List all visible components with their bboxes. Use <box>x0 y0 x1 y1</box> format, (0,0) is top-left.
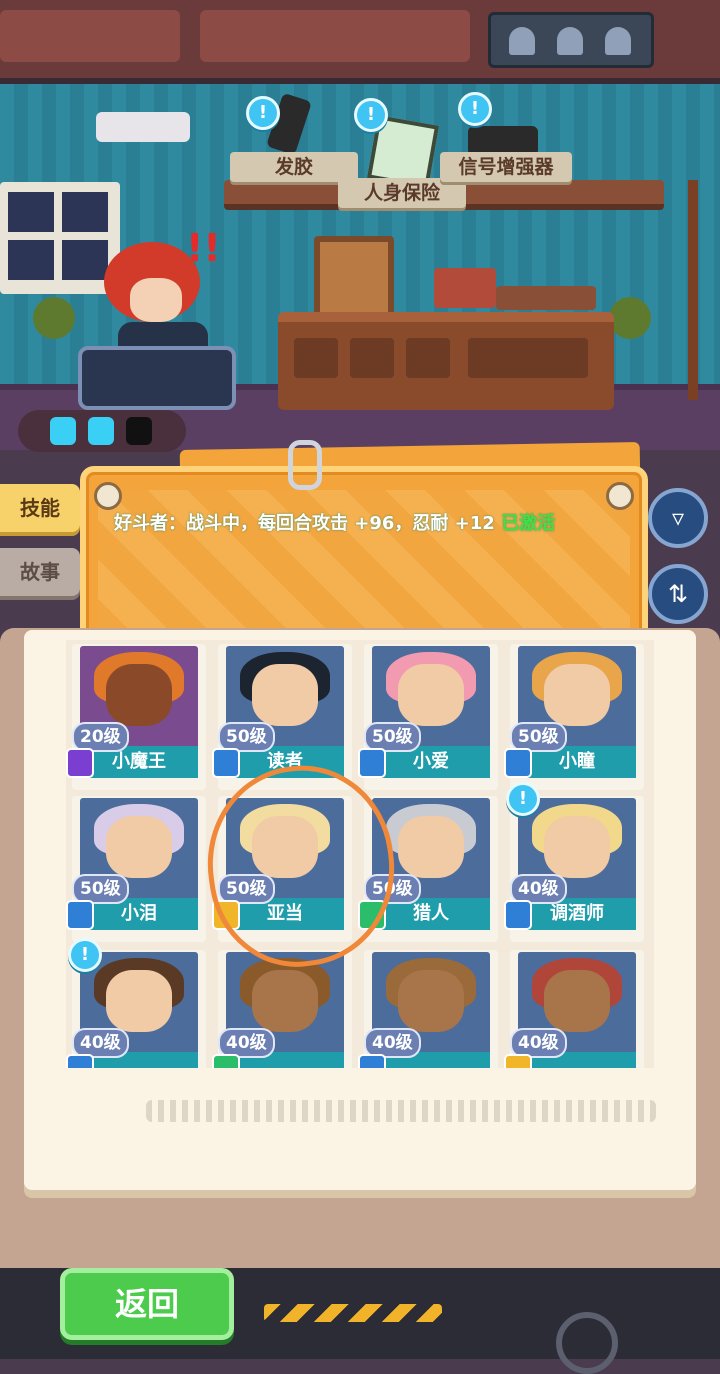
rank-badge-icon <box>66 1054 94 1068</box>
alert-bubble-icon[interactable]: ! <box>458 92 492 126</box>
character-card[interactable]: 小瞳 50级 <box>504 644 644 790</box>
hazard-stripe <box>264 1304 442 1322</box>
rank-badge-icon <box>66 900 94 930</box>
rank-badge-icon <box>358 1054 386 1068</box>
projector-icon <box>96 112 190 142</box>
rank-badge-icon <box>66 748 94 778</box>
skill-description: 好斗者：战斗中，每回合攻击 +96，忍耐 +12 已激活 <box>114 510 594 538</box>
vent <box>488 12 654 68</box>
computer <box>78 346 236 410</box>
ceiling <box>0 0 720 84</box>
alert-bubble-icon[interactable]: ! <box>354 98 388 132</box>
rank-badge-icon <box>358 748 386 778</box>
rank-badge-icon <box>212 1054 240 1068</box>
skill-status: 已激活 <box>501 513 556 534</box>
pin-icon <box>94 482 122 510</box>
character-card[interactable]: 40级 <box>358 950 498 1068</box>
coat-rack <box>688 180 698 400</box>
skill-text: 好斗者：战斗中，每回合攻击 +96，忍耐 +12 <box>114 513 495 534</box>
back-button[interactable]: 返回 <box>60 1268 234 1340</box>
energy-icon <box>88 417 114 445</box>
character-card[interactable]: 小泪 50级 <box>66 796 206 942</box>
filter-button[interactable]: ▿ <box>648 488 708 548</box>
rank-badge-icon <box>504 1054 532 1068</box>
tab-story[interactable]: 故事 <box>0 548 80 596</box>
rank-badge-icon <box>504 748 532 778</box>
character-card[interactable]: 小魔王 20级 <box>66 644 206 790</box>
shelf-label-hair-gel: 发胶 <box>230 152 358 182</box>
character-card[interactable]: 调酒师 40级 <box>504 796 644 942</box>
books <box>434 268 496 308</box>
energy-icon <box>50 417 76 445</box>
plant-left <box>24 290 84 360</box>
sort-button[interactable]: ⇅ <box>648 564 708 624</box>
exclamation-icon: !! <box>186 226 221 270</box>
filter-icon: ▿ <box>671 504 685 532</box>
paper-clip-icon <box>288 440 322 490</box>
tab-skill[interactable]: 技能 <box>0 484 80 532</box>
shelf-label-signal-booster: 信号增强器 <box>440 152 572 182</box>
alert-bubble-icon[interactable]: ! <box>68 938 102 972</box>
desk <box>278 312 614 410</box>
energy-empty-icon <box>126 417 152 445</box>
blurred-text <box>146 1100 656 1122</box>
character-card[interactable]: 40级 <box>504 950 644 1068</box>
rank-badge-icon <box>504 900 532 930</box>
portrait-frame <box>314 236 394 322</box>
sort-icon: ⇅ <box>667 580 689 608</box>
character-card[interactable]: 小爱 50级 <box>358 644 498 790</box>
dial-icon <box>556 1312 618 1374</box>
alert-bubble-icon[interactable]: ! <box>246 96 280 130</box>
energy-bar <box>18 410 186 452</box>
character-card[interactable]: 40级 <box>212 950 352 1068</box>
shelf-label-insurance: 人身保险 <box>338 178 466 208</box>
rank-badge-icon <box>212 748 240 778</box>
alert-bubble-icon[interactable]: ! <box>506 782 540 816</box>
case <box>496 286 596 310</box>
pin-icon <box>606 482 634 510</box>
